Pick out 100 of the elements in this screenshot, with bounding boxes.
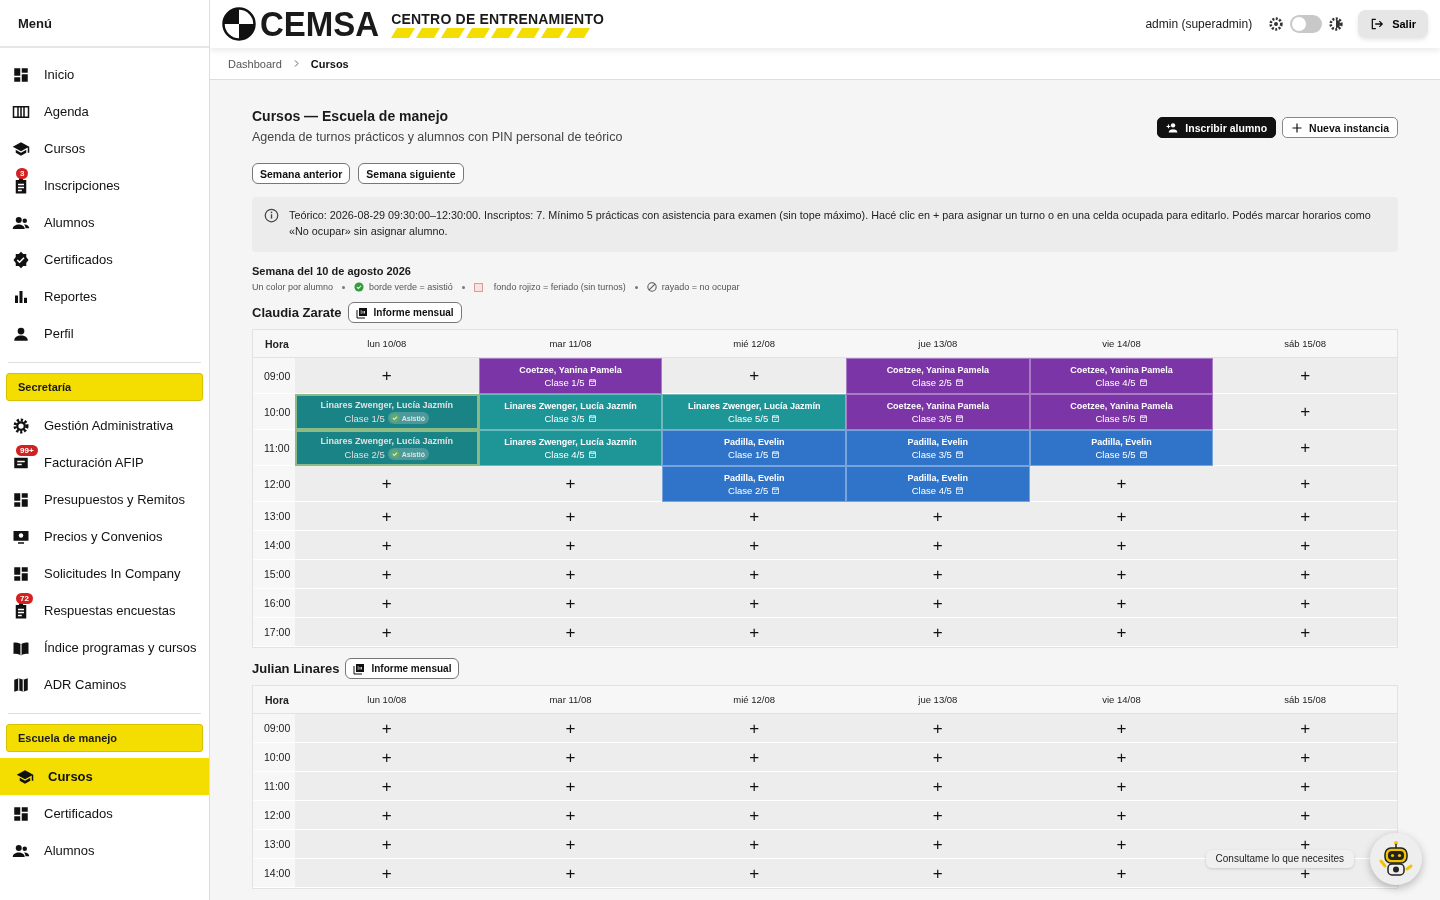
add-slot-button[interactable]: + (1114, 777, 1129, 795)
add-slot-button[interactable]: + (1298, 475, 1313, 492)
add-slot-button[interactable]: + (930, 594, 945, 612)
add-slot-button[interactable]: + (1298, 806, 1313, 824)
sidebar-item[interactable]: Certificados (0, 241, 209, 278)
sidebar-item[interactable]: Alumnos (0, 832, 209, 869)
lesson-slot[interactable]: Coetzee, Yanina Pamela Clase 2/5 (846, 358, 1030, 394)
add-slot-button[interactable]: + (379, 864, 394, 882)
sidebar-item[interactable]: Certificados (0, 795, 209, 832)
lesson-slot[interactable]: Coetzee, Yanina Pamela Clase 3/5 (846, 394, 1030, 430)
add-slot-button[interactable]: + (930, 507, 945, 525)
lesson-slot[interactable]: Coetzee, Yanina Pamela Clase 5/5 (1029, 394, 1214, 430)
sidebar-item[interactable]: Presupuestos y Remitos (0, 481, 209, 518)
add-slot-button[interactable]: + (1298, 777, 1313, 795)
new-instance-button[interactable]: Nueva instancia (1282, 117, 1398, 138)
assistant-button[interactable] (1370, 833, 1422, 885)
week-button[interactable]: Semana anterior (252, 163, 351, 184)
add-slot-button[interactable]: + (1298, 748, 1313, 766)
add-slot-button[interactable]: + (379, 367, 394, 384)
sidebar-item[interactable]: Perfil (0, 315, 209, 352)
sidebar-item[interactable]: Cursos (0, 758, 209, 795)
add-slot-button[interactable]: + (379, 507, 394, 525)
add-slot-button[interactable]: + (563, 536, 578, 554)
lesson-slot[interactable]: Linares Zwenger, Lucía Jazmín Clase 4/5 (478, 430, 663, 466)
add-slot-button[interactable]: + (930, 806, 945, 824)
sidebar-item[interactable]: 99+ Facturación AFIP (0, 444, 209, 481)
add-slot-button[interactable]: + (1298, 835, 1313, 853)
add-slot-button[interactable]: + (747, 507, 762, 525)
add-slot-button[interactable]: + (379, 835, 394, 853)
sidebar-item[interactable]: Cursos (0, 130, 209, 167)
add-slot-button[interactable]: + (379, 748, 394, 766)
add-slot-button[interactable]: + (747, 623, 762, 641)
report-button[interactable]: Informe mensual (345, 658, 460, 679)
add-slot-button[interactable]: + (930, 536, 945, 554)
lesson-slot[interactable]: Padilla, Evelin Clase 4/5 (846, 466, 1030, 502)
add-slot-button[interactable]: + (1114, 475, 1129, 492)
sidebar-item[interactable]: Solicitudes In Company (0, 555, 209, 592)
add-slot-button[interactable]: + (563, 719, 578, 737)
add-slot-button[interactable]: + (930, 864, 945, 882)
add-slot-button[interactable]: + (563, 864, 578, 882)
add-slot-button[interactable]: + (1114, 719, 1129, 737)
add-slot-button[interactable]: + (747, 806, 762, 824)
add-slot-button[interactable]: + (1114, 594, 1129, 612)
add-slot-button[interactable]: + (379, 806, 394, 824)
add-slot-button[interactable]: + (1114, 835, 1129, 853)
add-slot-button[interactable]: + (930, 565, 945, 583)
theme-toggle[interactable] (1290, 15, 1323, 33)
add-slot-button[interactable]: + (379, 475, 394, 492)
add-slot-button[interactable]: + (1114, 864, 1129, 882)
add-slot-button[interactable]: + (930, 777, 945, 795)
add-slot-button[interactable]: + (1114, 565, 1129, 583)
add-slot-button[interactable]: + (930, 623, 945, 641)
add-slot-button[interactable]: + (747, 367, 762, 384)
add-slot-button[interactable]: + (563, 835, 578, 853)
add-slot-button[interactable]: + (747, 565, 762, 583)
add-slot-button[interactable]: + (747, 777, 762, 795)
add-slot-button[interactable]: + (747, 748, 762, 766)
add-slot-button[interactable]: + (1298, 439, 1313, 456)
add-slot-button[interactable]: + (1298, 507, 1313, 525)
add-slot-button[interactable]: + (1298, 367, 1313, 384)
add-slot-button[interactable]: + (1298, 565, 1313, 583)
add-slot-button[interactable]: + (1114, 806, 1129, 824)
sidebar-item[interactable]: 72 Respuestas encuestas (0, 592, 209, 629)
add-slot-button[interactable]: + (747, 536, 762, 554)
add-slot-button[interactable]: + (1114, 748, 1129, 766)
add-slot-button[interactable]: + (747, 719, 762, 737)
sidebar-item[interactable]: 3 Inscripciones (0, 167, 209, 204)
add-slot-button[interactable]: + (563, 806, 578, 824)
sidebar-item[interactable]: Gestión Administrativa (0, 407, 209, 444)
week-button[interactable]: Semana siguiente (358, 163, 464, 184)
add-slot-button[interactable]: + (1298, 594, 1313, 612)
lesson-slot[interactable]: Padilla, Evelin Clase 2/5 (662, 466, 846, 502)
sidebar-item[interactable]: Precios y Convenios (0, 518, 209, 555)
sidebar-item[interactable]: Reportes (0, 278, 209, 315)
add-slot-button[interactable]: + (563, 475, 578, 492)
breadcrumb-link[interactable]: Dashboard (228, 57, 282, 70)
add-slot-button[interactable]: + (930, 835, 945, 853)
lesson-slot[interactable]: Padilla, Evelin Clase 3/5 (846, 430, 1030, 466)
add-slot-button[interactable]: + (1298, 536, 1313, 554)
logout-button[interactable]: Salir (1358, 10, 1428, 38)
lesson-slot[interactable]: Coetzee, Yanina Pamela Clase 1/5 (478, 358, 663, 394)
add-slot-button[interactable]: + (563, 507, 578, 525)
add-slot-button[interactable]: + (379, 536, 394, 554)
lesson-slot[interactable]: Padilla, Evelin Clase 1/5 (662, 430, 846, 466)
add-slot-button[interactable]: + (930, 719, 945, 737)
sidebar-item[interactable]: ADR Caminos (0, 666, 209, 703)
add-slot-button[interactable]: + (379, 777, 394, 795)
add-slot-button[interactable]: + (563, 748, 578, 766)
add-slot-button[interactable]: + (1298, 623, 1313, 641)
add-slot-button[interactable]: + (1114, 536, 1129, 554)
sidebar-item[interactable]: Alumnos (0, 204, 209, 241)
add-slot-button[interactable]: + (1114, 507, 1129, 525)
sidebar-item[interactable]: Índice programas y cursos (0, 629, 209, 666)
lesson-slot[interactable]: Linares Zwenger, Lucía Jazmín Clase 5/5 (662, 394, 846, 430)
add-slot-button[interactable]: + (930, 748, 945, 766)
report-button[interactable]: Informe mensual (347, 302, 462, 323)
add-slot-button[interactable]: + (747, 594, 762, 612)
add-slot-button[interactable]: + (1298, 403, 1313, 420)
sidebar-item[interactable]: Inicio (0, 56, 209, 93)
add-slot-button[interactable]: + (379, 565, 394, 583)
